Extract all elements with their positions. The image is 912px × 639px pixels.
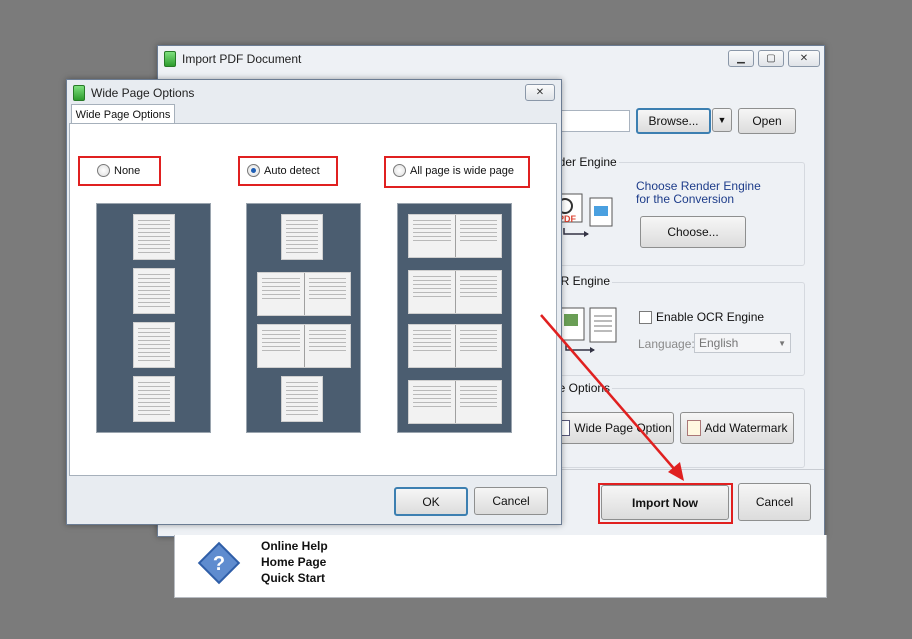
annotation-arrow [540, 314, 684, 481]
